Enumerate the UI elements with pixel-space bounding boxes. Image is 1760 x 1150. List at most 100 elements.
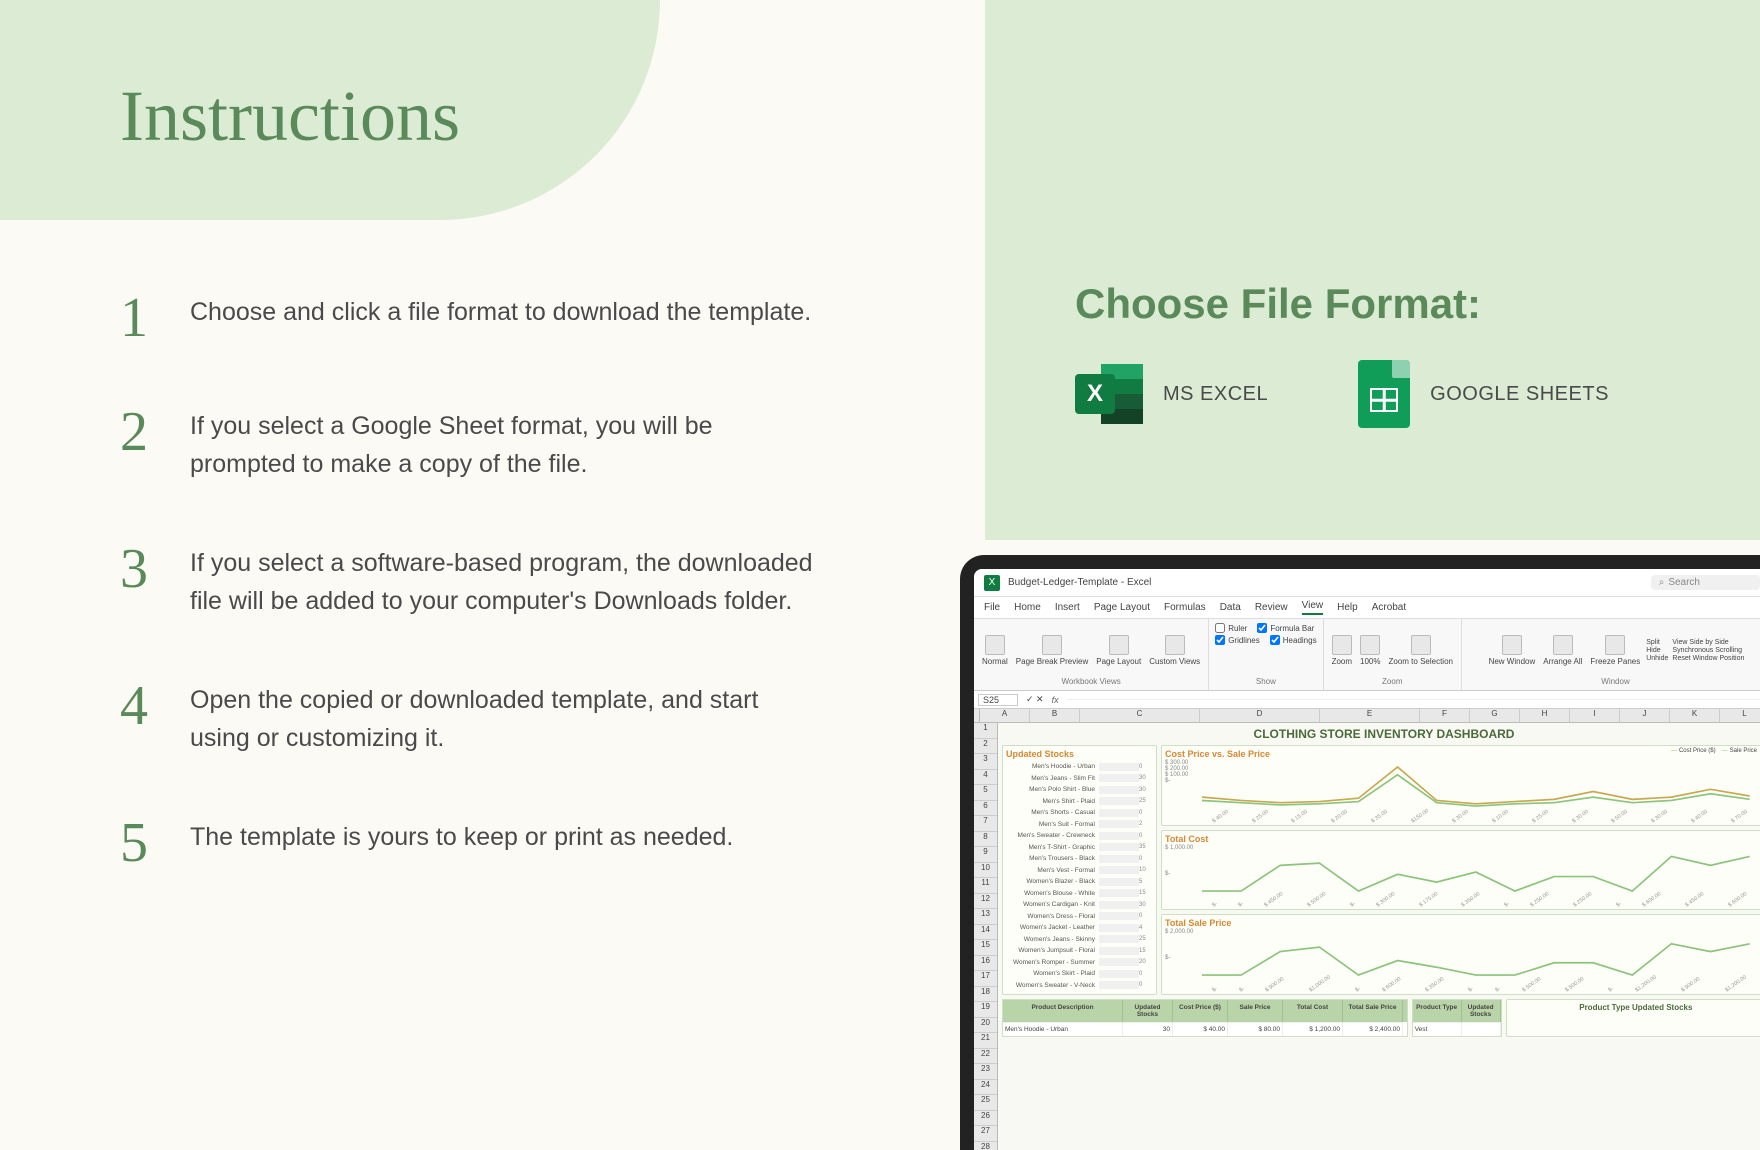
stock-row: Women's Blouse - White15 bbox=[1006, 888, 1153, 900]
choose-format-heading: Choose File Format: bbox=[1075, 280, 1481, 328]
row-header[interactable]: 3 bbox=[974, 754, 997, 770]
row-header[interactable]: 6 bbox=[974, 801, 997, 817]
row-header[interactable]: 19 bbox=[974, 1002, 997, 1018]
ribbon-group-show: Ruler Formula Bar Gridlines Headings Sho… bbox=[1209, 619, 1323, 690]
page-title: Instructions bbox=[120, 75, 460, 158]
menu-acrobat[interactable]: Acrobat bbox=[1372, 602, 1406, 613]
right-panel-background bbox=[985, 0, 1760, 540]
step-text: The template is yours to keep or print a… bbox=[190, 815, 733, 857]
menu-home[interactable]: Home bbox=[1014, 602, 1041, 613]
stock-row: Women's Jumpsuit - Floral15 bbox=[1006, 945, 1153, 957]
total-cost-chart: Total Cost $ 1,000.00 $- $-$-$ 450.00$ 5… bbox=[1161, 830, 1760, 911]
row-header[interactable]: 13 bbox=[974, 909, 997, 925]
arrange-all-button[interactable]: Arrange All bbox=[1541, 633, 1584, 668]
row-header[interactable]: 14 bbox=[974, 925, 997, 941]
row-header[interactable]: 28 bbox=[974, 1142, 997, 1150]
gridlines-checkbox[interactable]: Gridlines bbox=[1215, 635, 1260, 645]
synchronous-scrolling-button[interactable]: Synchronous Scrolling bbox=[1672, 647, 1744, 654]
row-header[interactable]: 2 bbox=[974, 739, 997, 755]
menu-data[interactable]: Data bbox=[1220, 602, 1241, 613]
stock-row: Women's Romper - Summer20 bbox=[1006, 957, 1153, 969]
zoom-selection-button[interactable]: Zoom to Selection bbox=[1387, 633, 1455, 668]
product-type-chart: Product Type Updated Stocks bbox=[1506, 999, 1760, 1037]
row-header[interactable]: 23 bbox=[974, 1064, 997, 1080]
row-header[interactable]: 25 bbox=[974, 1095, 997, 1111]
chart-legend: Cost Price ($) Sale Price bbox=[1671, 748, 1757, 754]
row-header[interactable]: 8 bbox=[974, 832, 997, 848]
step-number: 3 bbox=[120, 541, 190, 597]
stock-row: Men's Vest - Formal10 bbox=[1006, 865, 1153, 877]
menu-insert[interactable]: Insert bbox=[1055, 602, 1080, 613]
row-header[interactable]: 5 bbox=[974, 785, 997, 801]
instruction-step: 3 If you select a software-based program… bbox=[120, 541, 820, 620]
page-break-button[interactable]: Page Break Preview bbox=[1014, 633, 1090, 668]
stock-row: Women's Skirt - Plaid0 bbox=[1006, 968, 1153, 980]
reset-window-position-button[interactable]: Reset Window Position bbox=[1672, 655, 1744, 662]
instruction-step: 5 The template is yours to keep or print… bbox=[120, 815, 820, 871]
instructions-list: 1 Choose and click a file format to down… bbox=[120, 290, 820, 929]
hide-button[interactable]: Hide bbox=[1646, 647, 1668, 654]
sheets-icon bbox=[1358, 360, 1410, 428]
row-header[interactable]: 18 bbox=[974, 987, 997, 1003]
row-header[interactable]: 21 bbox=[974, 1033, 997, 1049]
menu-review[interactable]: Review bbox=[1255, 602, 1288, 613]
row-header[interactable]: 20 bbox=[974, 1018, 997, 1034]
view-side-by-side-button[interactable]: View Side by Side bbox=[1672, 639, 1744, 646]
page-layout-button[interactable]: Page Layout bbox=[1094, 633, 1143, 668]
menu-view[interactable]: View bbox=[1302, 600, 1324, 615]
excel-titlebar: X Budget-Ledger-Template - Excel ⌕ Searc… bbox=[974, 569, 1760, 597]
row-header[interactable]: 27 bbox=[974, 1126, 997, 1142]
row-header[interactable]: 1 bbox=[974, 723, 997, 739]
freeze-panes-button[interactable]: Freeze Panes bbox=[1588, 633, 1642, 668]
product-table: Product Description Updated Stocks Cost … bbox=[1002, 999, 1408, 1037]
step-number: 1 bbox=[120, 290, 190, 346]
menu-page-layout[interactable]: Page Layout bbox=[1094, 602, 1150, 613]
row-header[interactable]: 9 bbox=[974, 847, 997, 863]
menu-file[interactable]: File bbox=[984, 602, 1000, 613]
instruction-step: 1 Choose and click a file format to down… bbox=[120, 290, 820, 346]
row-header[interactable]: 24 bbox=[974, 1080, 997, 1096]
row-header[interactable]: 4 bbox=[974, 770, 997, 786]
row-header[interactable]: 22 bbox=[974, 1049, 997, 1065]
excel-screenshot: X Budget-Ledger-Template - Excel ⌕ Searc… bbox=[974, 569, 1760, 1150]
row-header[interactable]: 12 bbox=[974, 894, 997, 910]
normal-button[interactable]: Normal bbox=[980, 633, 1010, 668]
stock-row: Women's Sweater - V-Neck0 bbox=[1006, 980, 1153, 992]
formula-bar-checkbox[interactable]: Formula Bar bbox=[1257, 623, 1314, 633]
headings-checkbox[interactable]: Headings bbox=[1270, 635, 1317, 645]
row-header[interactable]: 26 bbox=[974, 1111, 997, 1127]
name-box[interactable]: S25 bbox=[978, 694, 1018, 706]
excel-icon: X bbox=[1075, 360, 1143, 428]
custom-views-button[interactable]: Custom Views bbox=[1147, 633, 1202, 668]
zoom-button[interactable]: Zoom bbox=[1330, 633, 1354, 668]
row-header[interactable]: 7 bbox=[974, 816, 997, 832]
stock-row: Women's Jacket - Leather4 bbox=[1006, 922, 1153, 934]
unhide-button[interactable]: Unhide bbox=[1646, 655, 1668, 662]
formula-bar: S25 ✓ ✕ fx bbox=[974, 691, 1760, 709]
row-header[interactable]: 10 bbox=[974, 863, 997, 879]
step-text: Choose and click a file format to downlo… bbox=[190, 290, 811, 332]
zoom-100-button[interactable]: 100% bbox=[1358, 633, 1382, 668]
step-number: 5 bbox=[120, 815, 190, 871]
formula-input[interactable] bbox=[1067, 699, 1760, 700]
new-window-button[interactable]: New Window bbox=[1487, 633, 1538, 668]
ms-excel-button[interactable]: X MS EXCEL bbox=[1075, 360, 1268, 428]
row-header[interactable]: 15 bbox=[974, 940, 997, 956]
excel-ribbon: Normal Page Break Preview Page Layout Cu… bbox=[974, 619, 1760, 691]
ribbon-group-zoom: Zoom 100% Zoom to Selection Zoom bbox=[1324, 619, 1462, 690]
split-button[interactable]: Split bbox=[1646, 639, 1668, 646]
ruler-checkbox[interactable]: Ruler bbox=[1215, 623, 1247, 633]
stock-row: Women's Blazer - Black5 bbox=[1006, 876, 1153, 888]
menu-help[interactable]: Help bbox=[1337, 602, 1358, 613]
row-header[interactable]: 16 bbox=[974, 956, 997, 972]
stock-row: Women's Cardigan - Knit30 bbox=[1006, 899, 1153, 911]
search-icon: ⌕ bbox=[1659, 577, 1665, 588]
stock-row: Men's Sweater - Crewneck0 bbox=[1006, 830, 1153, 842]
google-sheets-button[interactable]: GOOGLE SHEETS bbox=[1358, 360, 1609, 428]
menu-formulas[interactable]: Formulas bbox=[1164, 602, 1206, 613]
row-header[interactable]: 11 bbox=[974, 878, 997, 894]
search-box[interactable]: ⌕ Search bbox=[1651, 575, 1760, 590]
step-text: If you select a Google Sheet format, you… bbox=[190, 404, 820, 483]
format-options: X MS EXCEL GOOGLE SHEETS bbox=[1075, 360, 1609, 428]
row-header[interactable]: 17 bbox=[974, 971, 997, 987]
